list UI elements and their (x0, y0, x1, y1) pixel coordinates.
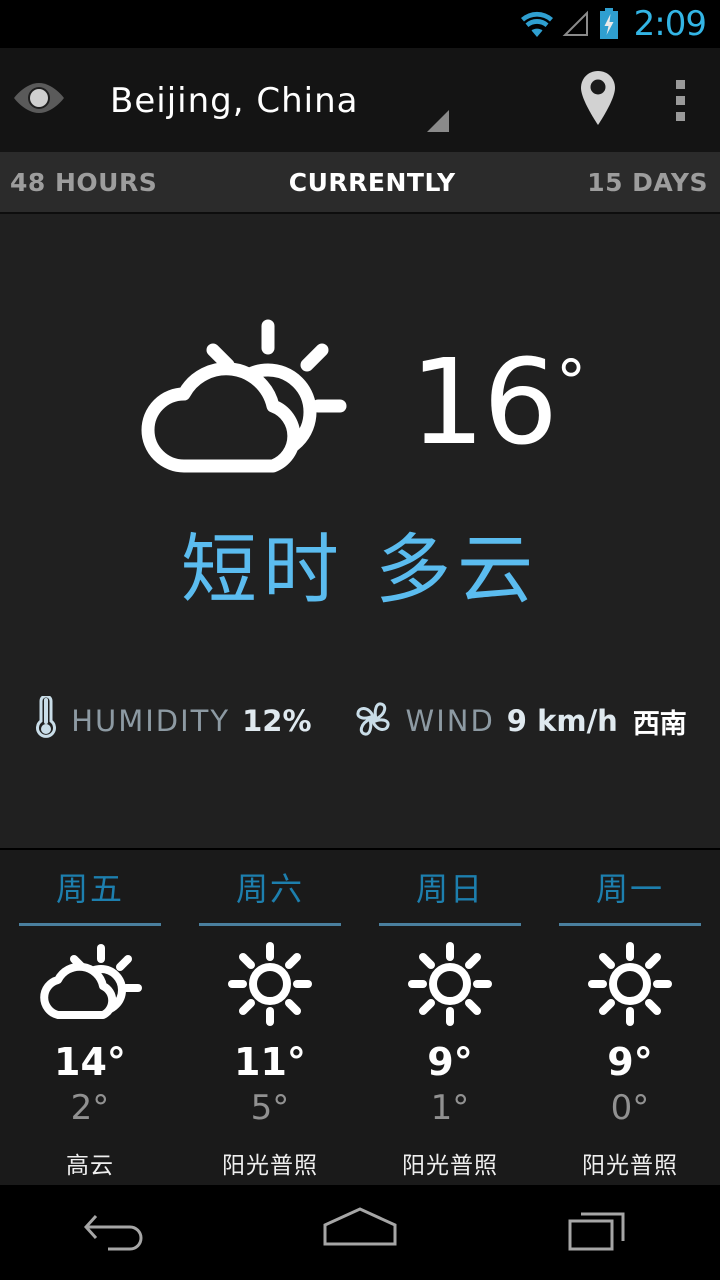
thermometer-icon (33, 694, 59, 746)
current-stats-row: HUMIDITY 12% WIND 9 km/h 西南 (0, 694, 720, 746)
humidity-label: HUMIDITY (71, 704, 231, 738)
status-clock: 2:09 (633, 4, 707, 44)
wind-fan-icon (352, 698, 394, 744)
humidity-stat: HUMIDITY 12% (33, 694, 312, 746)
eye-icon-button[interactable] (0, 48, 78, 152)
current-temperature: 16° (410, 343, 586, 461)
forecast-low: 2° (70, 1088, 110, 1129)
forecast-day-name: 周六 (235, 870, 304, 908)
current-temperature-value: 16 (409, 333, 558, 471)
forecast-divider (559, 923, 701, 927)
location-pin-icon (577, 69, 619, 131)
home-button[interactable] (240, 1206, 480, 1260)
forecast-divider (379, 923, 521, 927)
degree-symbol: ° (556, 347, 586, 418)
overflow-menu-icon (675, 79, 685, 89)
forecast-condition: 阳光普照 (222, 1153, 318, 1180)
page-title: Beijing, China (110, 81, 359, 121)
forecast-day-name: 周日 (415, 870, 484, 908)
sunny-icon (180, 940, 360, 1028)
sunny-icon (540, 940, 720, 1028)
overflow-dot-2 (675, 95, 685, 105)
tab-15-days[interactable]: 15 DAYS (587, 168, 720, 197)
wifi-icon (520, 9, 554, 39)
humidity-value: 12% (242, 704, 312, 738)
partly-cloudy-icon (0, 940, 180, 1028)
forecast-condition: 阳光普照 (402, 1153, 498, 1180)
action-bar: Beijing, China (0, 48, 720, 152)
forecast-divider (199, 923, 341, 927)
overflow-menu-button[interactable] (640, 48, 720, 152)
location-spinner[interactable]: Beijing, China (78, 48, 556, 152)
forecast-day-3[interactable]: 周日 9° 1° 阳光普照 (360, 850, 540, 1185)
forecast-condition: 阳光普照 (582, 1153, 678, 1180)
current-conditions-panel: 16° 短时 多云 HUMIDITY 12% WIND 9 km/h 西南 (0, 214, 720, 848)
forecast-low: 1° (430, 1088, 470, 1129)
tab-currently[interactable]: CURRENTLY (157, 168, 587, 197)
eye-icon (11, 81, 67, 119)
forecast-high: 9° (427, 1040, 473, 1085)
recents-button[interactable] (480, 1206, 720, 1260)
forecast-day-name: 周五 (55, 870, 124, 908)
forecast-high: 11° (234, 1040, 306, 1085)
tab-48-hours[interactable]: 48 HOURS (0, 168, 157, 197)
back-icon (83, 1204, 156, 1262)
status-bar: 2:09 (0, 0, 720, 48)
forecast-day-2[interactable]: 周六 11° 5° 阳光普照 (180, 850, 360, 1185)
wind-label: WIND (405, 704, 495, 738)
home-icon (321, 1206, 399, 1260)
wind-value: 9 km/h (506, 704, 618, 738)
recents-icon (567, 1206, 633, 1260)
forecast-condition: 高云 (66, 1153, 114, 1180)
current-condition-text: 短时 多云 (180, 525, 540, 614)
forecast-panel: 周五 14° 2° 高云 周六 11° 5° 阳光普照 周日 9° 1° 阳光普… (0, 848, 720, 1185)
forecast-high: 14° (54, 1040, 126, 1085)
forecast-day-1[interactable]: 周五 14° 2° 高云 (0, 850, 180, 1185)
wind-stat: WIND 9 km/h 西南 (352, 698, 687, 744)
tab-bar: 48 HOURS CURRENTLY 15 DAYS (0, 152, 720, 214)
wind-direction: 西南 (632, 708, 687, 740)
current-main-row: 16° (0, 306, 720, 506)
forecast-low: 5° (250, 1088, 290, 1129)
forecast-day-name: 周一 (595, 870, 664, 908)
forecast-divider (19, 923, 161, 927)
sunny-icon (360, 940, 540, 1028)
location-pin-button[interactable] (556, 48, 640, 152)
phone-screen: 2:09 Beijing, China 48 HOURS CURRENTLY 1… (0, 0, 720, 1280)
back-button[interactable] (0, 1204, 240, 1262)
forecast-high: 9° (607, 1040, 653, 1085)
forecast-day-4[interactable]: 周一 9° 0° 阳光普照 (540, 850, 720, 1185)
partly-cloudy-icon (136, 314, 354, 498)
system-nav-bar (0, 1185, 720, 1280)
cell-signal-icon (562, 9, 590, 39)
overflow-dot-3 (675, 111, 685, 121)
forecast-low: 0° (610, 1088, 650, 1129)
battery-charging-icon (598, 8, 620, 40)
